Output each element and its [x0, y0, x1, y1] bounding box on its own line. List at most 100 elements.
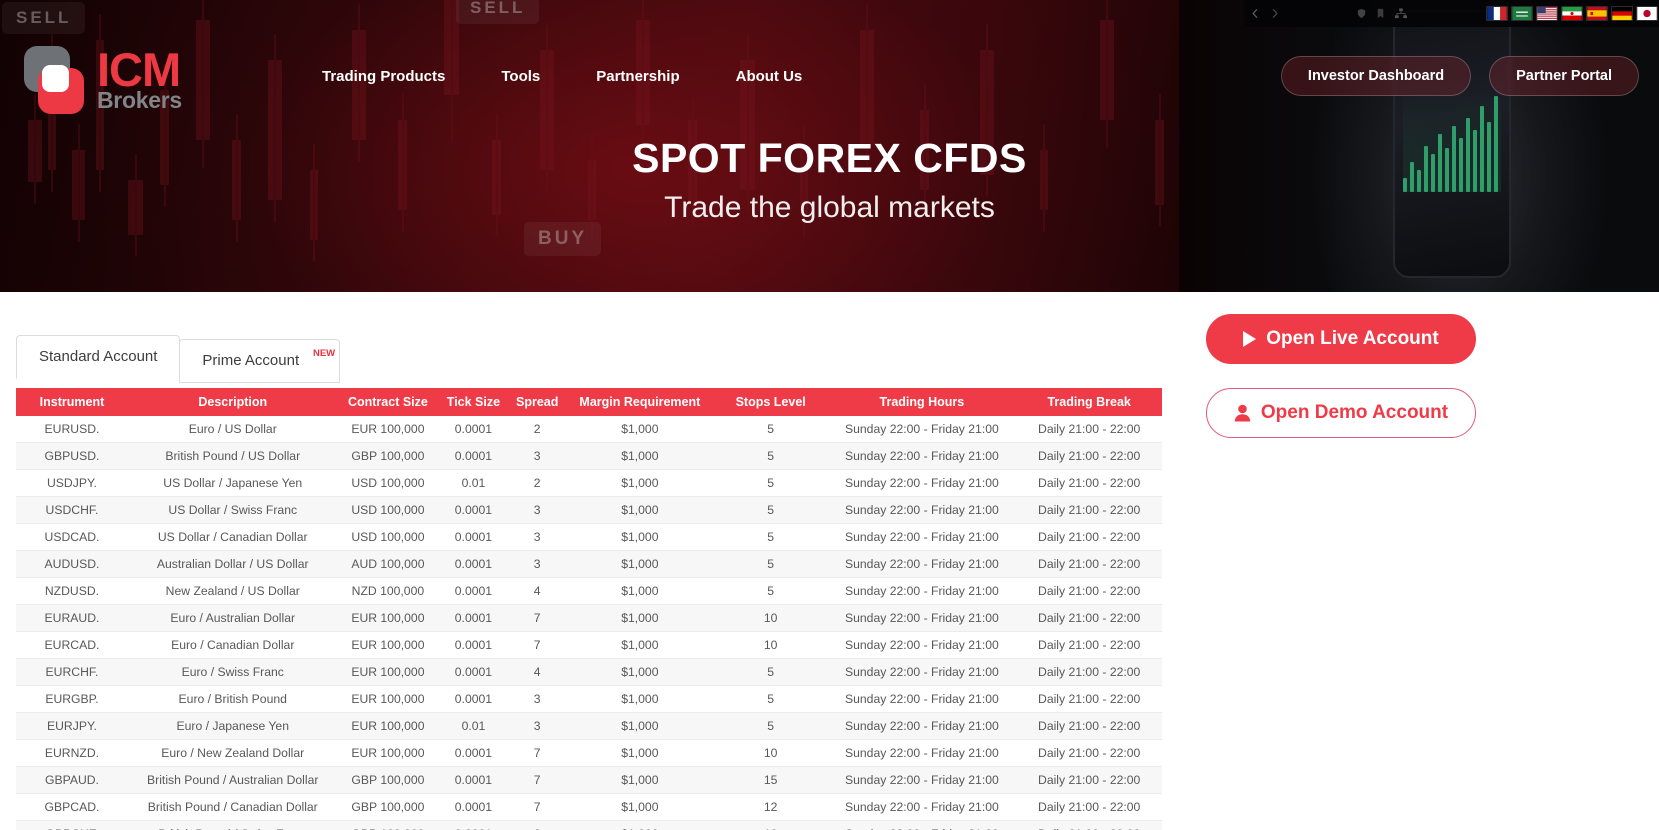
cell-tb: Daily 21:00 - 22:00	[1016, 821, 1162, 830]
cell-spr: 4	[509, 578, 566, 605]
cell-th: Sunday 22:00 - Friday 21:00	[827, 470, 1016, 497]
logo-mark-icon	[20, 44, 88, 114]
open-live-account-button[interactable]: Open Live Account	[1206, 314, 1476, 364]
cell-spr: 7	[509, 740, 566, 767]
tab-prime-account-label: Prime Account	[202, 352, 299, 369]
decor-tag-buy: BUY	[524, 222, 601, 256]
cell-tb: Daily 21:00 - 22:00	[1016, 470, 1162, 497]
cell-spr: 7	[509, 632, 566, 659]
table-row: EURCAD.Euro / Canadian DollarEUR 100,000…	[16, 632, 1162, 659]
cell-sl: 5	[714, 686, 828, 713]
cell-tb: Daily 21:00 - 22:00	[1016, 578, 1162, 605]
table-row: GBPCAD.British Pound / Canadian DollarGB…	[16, 794, 1162, 821]
column-header-tick-size: Tick Size	[438, 388, 508, 416]
cell-mr: $1,000	[566, 416, 714, 443]
nav-item-about-us[interactable]: About Us	[736, 62, 803, 91]
hero-banner: SELL SELL BUY ICM Brokers Trading Produc…	[0, 0, 1659, 292]
open-demo-account-button[interactable]: Open Demo Account	[1206, 388, 1476, 438]
cell-sl: 5	[714, 416, 828, 443]
cell-spr: 4	[509, 659, 566, 686]
partner-portal-button[interactable]: Partner Portal	[1489, 56, 1639, 96]
cell-mr: $1,000	[566, 713, 714, 740]
open-live-account-label: Open Live Account	[1266, 328, 1438, 350]
column-header-trading-break: Trading Break	[1016, 388, 1162, 416]
cell-spr: 6	[509, 821, 566, 830]
cell-mr: $1,000	[566, 443, 714, 470]
cell-spr: 2	[509, 416, 566, 443]
cell-tick: 0.01	[438, 470, 508, 497]
cell-th: Sunday 22:00 - Friday 21:00	[827, 740, 1016, 767]
cell-sl: 10	[714, 821, 828, 830]
investor-dashboard-button[interactable]: Investor Dashboard	[1281, 56, 1471, 96]
chrome-icon-group	[1245, 8, 1408, 19]
flag-france[interactable]	[1486, 6, 1508, 21]
cell-mr: $1,000	[566, 659, 714, 686]
cell-th: Sunday 22:00 - Friday 21:00	[827, 659, 1016, 686]
tab-standard-account[interactable]: Standard Account	[16, 335, 180, 379]
tab-prime-account[interactable]: Prime Account NEW	[179, 339, 340, 383]
account-type-tabs: Standard Account Prime Account NEW	[16, 335, 340, 379]
cell-sl: 5	[714, 443, 828, 470]
cell-desc: Euro / New Zealand Dollar	[128, 740, 338, 767]
language-flag-list[interactable]	[1486, 6, 1658, 21]
cell-sl: 12	[714, 794, 828, 821]
bookmark-icon[interactable]	[1375, 8, 1386, 19]
cell-tick: 0.0001	[438, 443, 508, 470]
cell-tick: 0.0001	[438, 767, 508, 794]
table-row: USDJPY.US Dollar / Japanese YenUSD 100,0…	[16, 470, 1162, 497]
sitemap-icon[interactable]	[1394, 8, 1408, 19]
cell-desc: British Pound / Canadian Dollar	[128, 794, 338, 821]
cell-instr: EURCHF.	[16, 659, 128, 686]
cell-th: Sunday 22:00 - Friday 21:00	[827, 416, 1016, 443]
cell-mr: $1,000	[566, 767, 714, 794]
flag-japan[interactable]	[1636, 6, 1658, 21]
cell-instr: AUDUSD.	[16, 551, 128, 578]
cell-cs: AUD 100,000	[338, 551, 439, 578]
cell-cs: GBP 100,000	[338, 443, 439, 470]
table-body: EURUSD.Euro / US DollarEUR 100,0000.0001…	[16, 416, 1162, 830]
cell-instr: EURGBP.	[16, 686, 128, 713]
cell-desc: Euro / British Pound	[128, 686, 338, 713]
nav-item-tools[interactable]: Tools	[501, 62, 540, 91]
cell-tb: Daily 21:00 - 22:00	[1016, 713, 1162, 740]
back-icon[interactable]	[1250, 8, 1261, 19]
cell-desc: US Dollar / Canadian Dollar	[128, 524, 338, 551]
cell-tick: 0.0001	[438, 416, 508, 443]
cell-cs: EUR 100,000	[338, 632, 439, 659]
cell-tb: Daily 21:00 - 22:00	[1016, 497, 1162, 524]
cell-tb: Daily 21:00 - 22:00	[1016, 632, 1162, 659]
cell-desc: Euro / Australian Dollar	[128, 605, 338, 632]
shield-icon[interactable]	[1356, 8, 1367, 19]
cell-cs: EUR 100,000	[338, 713, 439, 740]
table-row: EURGBP.Euro / British PoundEUR 100,0000.…	[16, 686, 1162, 713]
site-logo[interactable]: ICM Brokers	[20, 44, 182, 114]
cell-sl: 5	[714, 713, 828, 740]
cell-cs: EUR 100,000	[338, 740, 439, 767]
new-badge: NEW	[313, 348, 335, 359]
cell-tb: Daily 21:00 - 22:00	[1016, 551, 1162, 578]
cell-instr: EURCAD.	[16, 632, 128, 659]
table-head: InstrumentDescriptionContract SizeTick S…	[16, 388, 1162, 416]
cell-mr: $1,000	[566, 497, 714, 524]
nav-item-trading-products[interactable]: Trading Products	[322, 62, 445, 91]
cell-instr: EURAUD.	[16, 605, 128, 632]
cell-sl: 10	[714, 740, 828, 767]
cell-mr: $1,000	[566, 524, 714, 551]
cell-cs: USD 100,000	[338, 497, 439, 524]
nav-item-partnership[interactable]: Partnership	[596, 62, 679, 91]
flag-germany[interactable]	[1611, 6, 1633, 21]
forward-icon[interactable]	[1269, 8, 1280, 19]
logo-white-square	[42, 65, 69, 92]
cell-tb: Daily 21:00 - 22:00	[1016, 794, 1162, 821]
table-row: NZDUSD.New Zealand / US DollarNZD 100,00…	[16, 578, 1162, 605]
flag-united-states[interactable]	[1536, 6, 1558, 21]
table-row: GBPAUD.British Pound / Australian Dollar…	[16, 767, 1162, 794]
flag-spain[interactable]	[1586, 6, 1608, 21]
cell-instr: USDCAD.	[16, 524, 128, 551]
flag-saudi-arabia[interactable]	[1511, 6, 1533, 21]
flag-iran[interactable]	[1561, 6, 1583, 21]
table-header-row: InstrumentDescriptionContract SizeTick S…	[16, 388, 1162, 416]
cell-tick: 0.0001	[438, 794, 508, 821]
cell-th: Sunday 22:00 - Friday 21:00	[827, 578, 1016, 605]
cell-tb: Daily 21:00 - 22:00	[1016, 443, 1162, 470]
